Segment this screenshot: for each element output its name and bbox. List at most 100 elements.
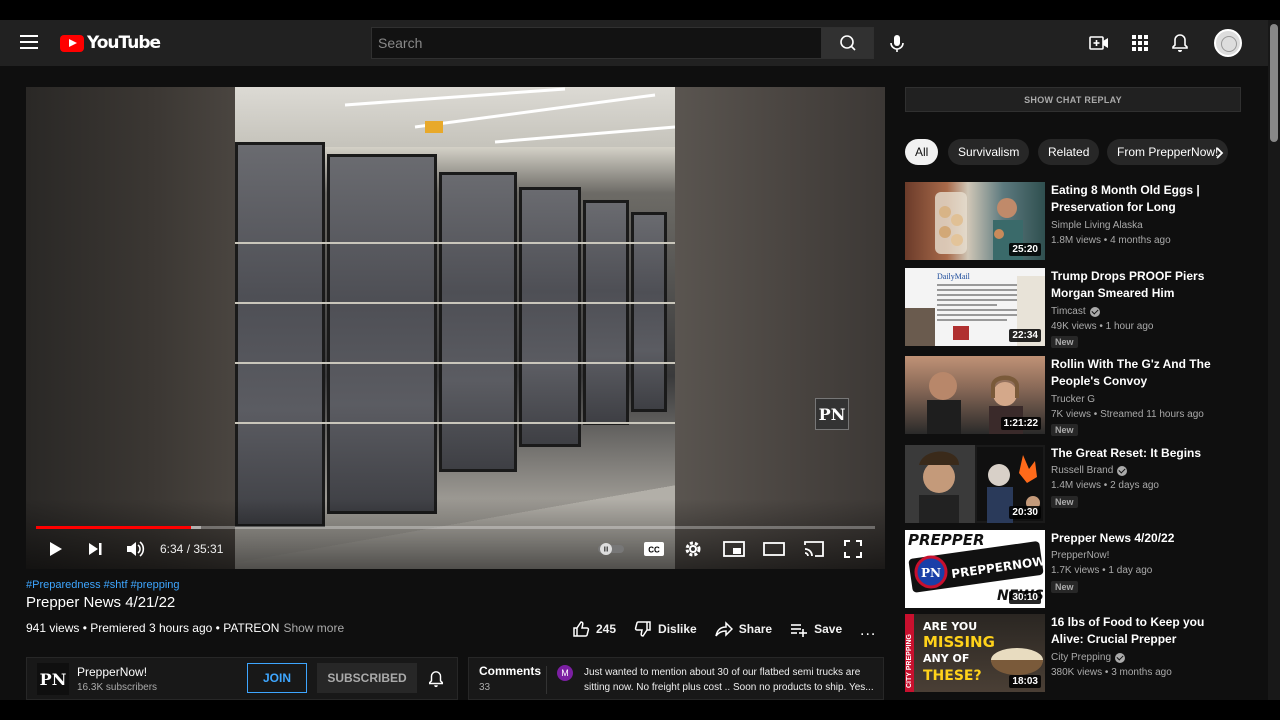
recommendation-item[interactable]: PREPPER PN PREPPERNOW NEWS 30:10 Prepper… — [905, 530, 1245, 608]
recommendation-channel[interactable]: Timcast — [1051, 306, 1100, 317]
thumb-these-text: THESE? — [923, 668, 982, 684]
cast-button[interactable] — [803, 539, 825, 559]
chip-from-prepper-now[interactable]: From PrepperNow! — [1107, 139, 1229, 165]
logo-text: YouTube — [87, 33, 161, 53]
recommendation-meta: 7K views • Streamed 11 hours ago — [1051, 409, 1204, 420]
theater-mode-button[interactable] — [763, 539, 785, 559]
next-button[interactable] — [86, 539, 104, 559]
fullscreen-icon — [844, 540, 862, 558]
recommendation-channel[interactable]: Trucker G — [1051, 394, 1095, 405]
svg-text:CC: CC — [648, 546, 660, 555]
chevron-right-icon[interactable] — [1213, 145, 1227, 161]
recommendation-item[interactable]: CITY PREPPING ARE YOU MISSING ANY OF THE… — [905, 614, 1245, 692]
channel-name: PrepperNow! — [1051, 550, 1110, 561]
recommendation-meta: 49K views • 1 hour ago — [1051, 321, 1154, 332]
save-button[interactable]: Save — [790, 620, 842, 638]
recommendation-channel[interactable]: Simple Living Alaska — [1051, 220, 1143, 231]
thumbnail[interactable]: 20:30 — [905, 445, 1045, 523]
miniplayer-button[interactable] — [723, 539, 745, 559]
recommendation-title[interactable]: Trump Drops PROOF Piers Morgan Smeared H… — [1051, 268, 1211, 302]
show-chat-replay-button[interactable]: SHOW CHAT REPLAY — [905, 87, 1241, 112]
thumbnail[interactable]: 25:20 — [905, 182, 1045, 260]
recommendation-title[interactable]: Rollin With The G'z And The People's Con… — [1051, 356, 1211, 390]
menu-icon[interactable] — [20, 35, 38, 49]
subtitles-button[interactable]: CC — [643, 539, 665, 559]
create-video-icon[interactable] — [1089, 33, 1109, 53]
closed-captions-icon: CC — [644, 542, 664, 556]
recommendation-title[interactable]: 16 lbs of Food to Keep you Alive: Crucia… — [1051, 614, 1211, 648]
settings-button[interactable] — [683, 539, 703, 559]
share-button[interactable]: Share — [714, 620, 772, 638]
recommendation-item[interactable]: 25:20 Eating 8 Month Old Eggs | Preserva… — [905, 182, 1245, 260]
time-separator: / — [183, 542, 194, 556]
like-button[interactable]: 245 — [572, 620, 616, 638]
save-playlist-icon — [791, 624, 808, 637]
hashtags[interactable]: #Preparedness #shtf #prepping — [26, 579, 180, 591]
comments-card[interactable]: Comments 33 M Just wanted to mention abo… — [468, 657, 884, 700]
recommendation-meta: 1.7K views • 1 day ago — [1051, 565, 1153, 576]
play-button[interactable] — [46, 539, 64, 559]
youtube-logo[interactable]: YouTube — [60, 33, 161, 53]
thumb-pn-logo: PN — [921, 566, 941, 580]
thumbnail[interactable]: PREPPER PN PREPPERNOW NEWS 30:10 — [905, 530, 1045, 608]
channel-avatar[interactable]: PN — [37, 663, 69, 695]
show-more-link[interactable]: Show more — [283, 621, 344, 635]
youtube-play-icon — [60, 34, 84, 52]
recommendation-channel[interactable]: PrepperNow! — [1051, 550, 1109, 561]
chip-all[interactable]: All — [905, 139, 939, 165]
video-title: Prepper News 4/21/22 — [26, 594, 176, 611]
channel-notifications-bell-icon[interactable] — [427, 670, 445, 688]
join-button[interactable]: JOIN — [247, 663, 307, 693]
thumbnail[interactable]: DailyMail 22:34 — [905, 268, 1045, 346]
volume-button[interactable] — [125, 539, 145, 559]
page-scrollbar[interactable] — [1268, 20, 1280, 700]
progress-bar[interactable] — [36, 526, 875, 529]
chip-related[interactable]: Related — [1038, 139, 1100, 165]
subscribed-button[interactable]: SUBSCRIBED — [317, 663, 417, 693]
recommendation-title[interactable]: Eating 8 Month Old Eggs | Preservation f… — [1051, 182, 1211, 216]
time-display: 6:34 / 35:31 — [160, 542, 223, 556]
recommendation-item[interactable]: 20:30 The Great Reset: It Begins Russell… — [905, 445, 1245, 523]
comments-count: 33 — [479, 682, 491, 693]
autoplay-toggle[interactable] — [597, 539, 625, 559]
channel-watermark[interactable]: PN — [815, 398, 849, 430]
fullscreen-button[interactable] — [844, 539, 862, 559]
share-icon — [714, 621, 733, 637]
masthead: YouTube — [0, 20, 1268, 66]
recommendation-channel[interactable]: Russell Brand — [1051, 465, 1128, 476]
search-input[interactable] — [372, 28, 821, 58]
recommendation-meta: 380K views • 3 months ago — [1051, 667, 1172, 678]
daily-mail-masthead: DailyMail — [937, 272, 971, 281]
recommendation-meta: 1.8M views • 4 months ago — [1051, 235, 1171, 246]
play-icon — [50, 542, 62, 556]
video-player[interactable]: 6:34 / 35:31 CC — [26, 87, 885, 569]
channel-name[interactable]: PrepperNow! — [77, 665, 147, 679]
more-actions-button[interactable]: ... — [860, 622, 876, 640]
recommendation-channel[interactable]: City Prepping — [1051, 652, 1126, 663]
verified-check-icon — [1115, 652, 1126, 663]
comments-divider — [546, 666, 547, 694]
search-button[interactable] — [821, 27, 874, 59]
thumbnail[interactable]: CITY PREPPING ARE YOU MISSING ANY OF THE… — [905, 614, 1045, 692]
premiered-date: Premiered 3 hours ago — [90, 621, 213, 635]
dislike-button[interactable]: Dislike — [634, 620, 697, 638]
account-avatar[interactable] — [1214, 29, 1242, 57]
recommendation-title[interactable]: Prepper News 4/20/22 — [1051, 530, 1211, 547]
duration-badge: 30:10 — [1009, 591, 1041, 604]
chip-survivalism[interactable]: Survivalism — [948, 139, 1030, 165]
verified-check-icon — [1089, 306, 1100, 317]
recommendation-item[interactable]: DailyMail 22:34 Trump Drops PROOF Piers … — [905, 268, 1245, 348]
video-meta: 941 views • Premiered 3 hours ago • PATR… — [26, 621, 345, 635]
recommendation-meta: 1.4M views • 2 days ago — [1051, 480, 1159, 491]
verified-check-icon — [1117, 465, 1128, 476]
microphone-icon[interactable] — [886, 32, 908, 54]
recommendation-title[interactable]: The Great Reset: It Begins — [1051, 445, 1211, 462]
thumbnail[interactable]: 1:21:22 — [905, 356, 1045, 434]
scrollbar-thumb[interactable] — [1270, 24, 1278, 142]
settings-gear-icon — [685, 541, 701, 557]
notifications-bell-icon[interactable] — [1170, 33, 1190, 53]
autoplay-toggle-icon — [598, 543, 624, 555]
letterbox-bottom — [0, 700, 1280, 720]
recommendation-item[interactable]: 1:21:22 Rollin With The G'z And The Peop… — [905, 356, 1245, 436]
apps-grid-icon[interactable] — [1130, 33, 1150, 53]
